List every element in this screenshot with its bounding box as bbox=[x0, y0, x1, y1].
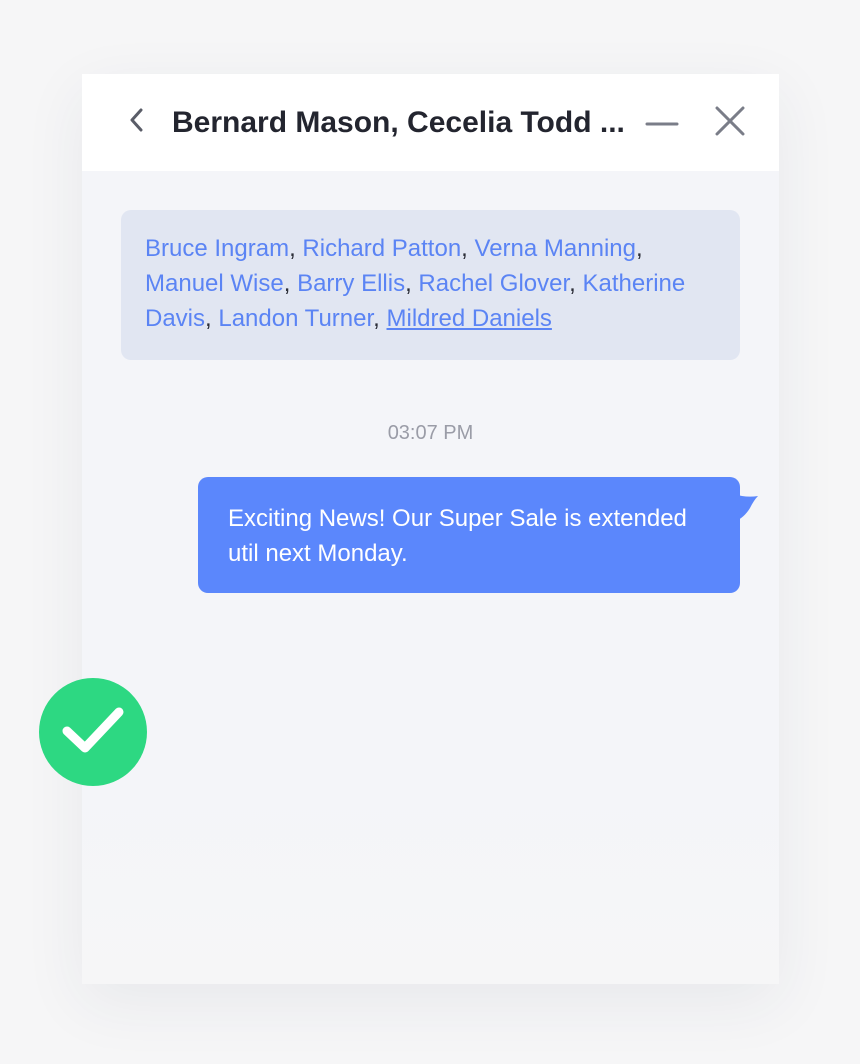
participant-link[interactable]: Manuel Wise bbox=[145, 270, 284, 297]
bubble-tail bbox=[734, 494, 758, 522]
participant-separator: , bbox=[635, 235, 643, 262]
message-timestamp: 03:07 PM bbox=[387, 422, 474, 444]
message-text: Exciting News! Our Super Sale is extende… bbox=[228, 505, 687, 567]
participant-separator: , bbox=[569, 270, 583, 297]
sent-success-badge bbox=[39, 678, 147, 786]
participant-link[interactable]: Rachel Glover bbox=[418, 270, 569, 297]
participant-separator: , bbox=[461, 235, 475, 262]
participant-separator: , bbox=[205, 305, 219, 332]
stage: Bernard Mason, Cecelia Todd ... Bruce In… bbox=[0, 0, 860, 1064]
chat-window: Bernard Mason, Cecelia Todd ... Bruce In… bbox=[82, 74, 779, 984]
back-button[interactable] bbox=[120, 104, 154, 140]
participant-link[interactable]: Bruce Ingram bbox=[145, 235, 289, 262]
minimize-button[interactable] bbox=[644, 106, 680, 140]
participant-link[interactable]: Landon Turner bbox=[218, 305, 373, 332]
participant-link[interactable]: Mildred Daniels bbox=[387, 305, 552, 332]
chevron-left-icon bbox=[127, 106, 147, 139]
participant-separator: , bbox=[289, 235, 303, 262]
outgoing-message-bubble[interactable]: Exciting News! Our Super Sale is extende… bbox=[198, 477, 740, 593]
participants-list: Bruce Ingram, Richard Patton, Verna Mann… bbox=[121, 210, 740, 360]
participant-link[interactable]: Richard Patton bbox=[302, 235, 461, 262]
participant-separator: , bbox=[283, 270, 298, 297]
participant-separator: , bbox=[373, 305, 387, 332]
close-icon bbox=[714, 105, 746, 142]
chat-header: Bernard Mason, Cecelia Todd ... bbox=[82, 74, 779, 171]
chat-title: Bernard Mason, Cecelia Todd ... bbox=[172, 106, 625, 139]
close-button[interactable] bbox=[712, 106, 748, 140]
checkmark-icon bbox=[61, 704, 125, 761]
minus-icon bbox=[645, 114, 679, 132]
participant-separator: , bbox=[405, 270, 419, 297]
participant-link[interactable]: Verna Manning bbox=[475, 235, 636, 262]
participant-link[interactable]: Barry Ellis bbox=[297, 270, 405, 297]
